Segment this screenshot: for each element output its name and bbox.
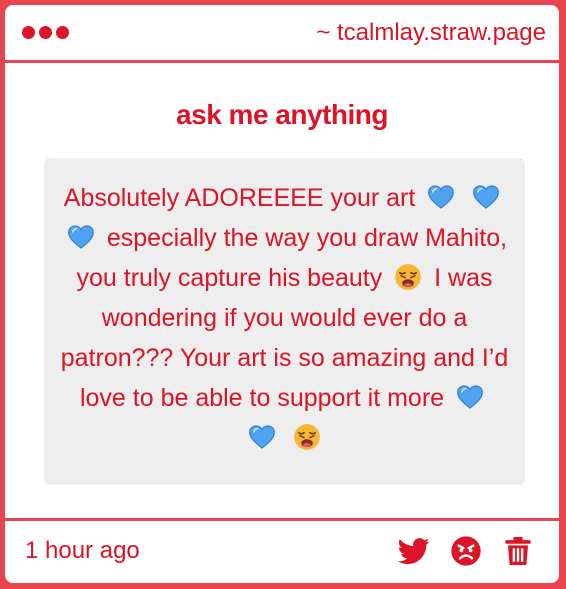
- blue-heart-icon: [456, 383, 484, 411]
- blue-heart-icon: [248, 423, 276, 451]
- site-url[interactable]: ~ tcalmlay.straw.page: [316, 19, 546, 47]
- action-bar: [398, 535, 534, 567]
- blue-heart-icon: [427, 183, 455, 211]
- timestamp: 1 hour ago: [25, 537, 140, 564]
- traffic-light-dots-icon: [22, 26, 69, 39]
- blue-heart-icon: [472, 183, 500, 211]
- card-footer: 1 hour ago: [5, 518, 559, 583]
- window-dot-3: [56, 26, 69, 39]
- weary-face-icon: [394, 263, 422, 291]
- trash-icon[interactable]: [502, 535, 534, 567]
- window-dot-1: [22, 26, 35, 39]
- ask-card: ~ tcalmlay.straw.page ask me anything Ab…: [3, 3, 561, 585]
- window-titlebar: ~ tcalmlay.straw.page: [5, 5, 559, 63]
- question-box: Absolutely ADOREEEE your art especially …: [44, 158, 525, 485]
- weary-face-icon: [293, 423, 321, 451]
- page-title: ask me anything: [176, 99, 388, 130]
- twitter-icon[interactable]: [398, 535, 430, 567]
- blue-heart-icon: [67, 223, 95, 251]
- angry-face-icon[interactable]: [450, 535, 482, 567]
- question-text-1: Absolutely ADOREEEE your art: [63, 184, 416, 212]
- window-dot-2: [39, 26, 52, 39]
